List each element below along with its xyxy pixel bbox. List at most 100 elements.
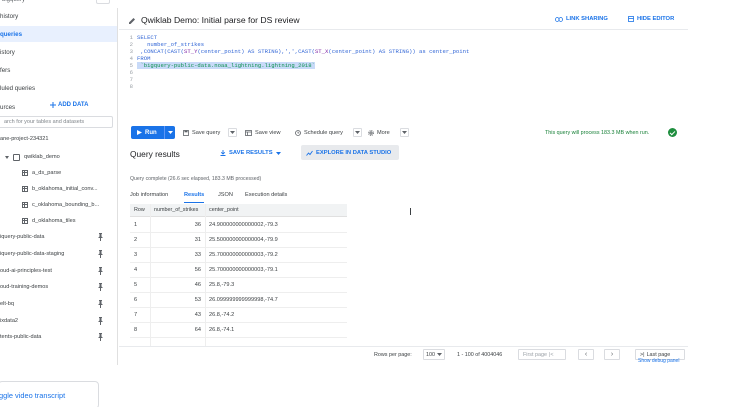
table-row[interactable]: c_oklahoma_bounding_b... <box>0 198 117 212</box>
cell-center-point: 25.8,-79.3 <box>209 282 235 288</box>
pinned-project-row[interactable]: iquery-public-data-staging <box>0 247 117 261</box>
line-numbers: 1 2 3 4 5 6 7 8 <box>123 34 133 90</box>
sidebar-item-transfers[interactable]: fers <box>0 62 117 78</box>
save-view-button[interactable]: Save view <box>245 126 281 139</box>
pinned-project-row[interactable]: tents-public-data <box>0 330 117 344</box>
first-page-label: First page <box>523 351 547 358</box>
table-row[interactable]: d_oklahoma_tiles <box>0 214 117 228</box>
run-options-dropdown[interactable] <box>164 126 175 139</box>
row-index: 2 <box>134 237 138 243</box>
table-label: a_ds_parse <box>32 170 62 176</box>
pin-icon[interactable] <box>98 233 103 241</box>
cell-center-point: 24.900000000000002,-79.3 <box>209 222 278 228</box>
play-icon <box>137 130 142 135</box>
tab-results[interactable]: Results <box>184 192 205 203</box>
previous-page-button[interactable]: ‹ <box>578 349 594 360</box>
table-row: 5 46 25.8,-79.3 <box>130 278 347 293</box>
tab-execution-details[interactable]: Execution details <box>245 192 287 203</box>
tab-job-information[interactable]: Job information <box>130 192 168 203</box>
save-icon <box>183 129 189 136</box>
line-number: 2 <box>129 41 133 48</box>
chevron-left-icon: ‹ <box>584 351 588 358</box>
code-line: SELECT <box>137 34 158 41</box>
code-token: (center_point) AS STRING),',',CAST( <box>197 48 315 55</box>
pinned-project-row[interactable]: oud-training-demos <box>0 280 117 294</box>
sidebar-item-saved-queries[interactable]: queries <box>0 26 117 42</box>
chevron-down-icon <box>167 131 173 134</box>
hide-editor-button[interactable]: HIDE EDITOR <box>628 16 674 22</box>
validator-message: This query will process 183.3 MB when ru… <box>545 130 650 136</box>
search-input[interactable] <box>4 119 104 125</box>
chevron-down-icon <box>437 353 442 356</box>
tab-json[interactable]: JSON <box>218 192 233 203</box>
pin-icon[interactable] <box>98 300 103 308</box>
code-token: ST_Y <box>184 48 198 55</box>
plus-icon <box>50 102 56 108</box>
download-icon <box>220 150 226 156</box>
sidebar-item-label: history <box>0 12 19 20</box>
pinned-project-row[interactable]: iquery-public-data <box>0 230 117 244</box>
pinned-project-row[interactable]: ixdata2 <box>0 314 117 328</box>
explore-label: EXPLORE IN DATA STUDIO <box>316 149 392 156</box>
add-data-label: ADD DATA <box>58 102 89 108</box>
more-dropdown[interactable] <box>400 128 409 137</box>
next-page-button[interactable]: › <box>604 349 620 360</box>
save-results-button[interactable]: SAVE RESULTS <box>220 150 281 156</box>
chevron-down-icon <box>230 131 235 134</box>
dataset-row[interactable]: qwiklab_demo <box>0 150 117 164</box>
sidebar-item-job-history[interactable]: istory <box>0 44 117 60</box>
save-query-dropdown[interactable] <box>228 128 237 137</box>
sidebar-item-query-history[interactable]: history <box>0 8 117 24</box>
chart-icon <box>306 150 313 156</box>
cell-strikes: 36 <box>194 222 201 228</box>
schedule-query-dropdown[interactable] <box>353 128 362 137</box>
save-query-button[interactable]: Save query <box>183 126 220 139</box>
first-page-button[interactable]: First page |< <box>518 349 566 360</box>
table-label: c_oklahoma_bounding_b... <box>32 202 100 208</box>
explore-data-studio-button[interactable]: EXPLORE IN DATA STUDIO <box>301 145 399 160</box>
table-row[interactable]: a_ds_parse <box>0 166 117 180</box>
query-title: Qwiklab Demo: Initial parse for DS revie… <box>141 15 300 25</box>
resource-search <box>0 116 113 128</box>
schedule-query-button[interactable]: Schedule query <box>295 126 343 139</box>
code-line: FROM <box>137 55 151 62</box>
sql-editor[interactable]: 1 2 3 4 5 6 7 8 SELECT number_of_strikes… <box>119 31 688 125</box>
pin-icon[interactable] <box>98 333 103 341</box>
toggle-transcript-button[interactable]: ggle video transcript <box>0 381 99 407</box>
last-page-icon: >| <box>640 351 645 358</box>
line-number: 6 <box>129 69 133 76</box>
query-status: Query complete (26.6 sec elapsed, 183.3 … <box>130 176 262 182</box>
top-bar: bigquery <box>0 0 120 6</box>
pinned-project-row[interactable]: elt-bq <box>0 297 117 311</box>
project-row[interactable]: ane-project-234321 <box>0 132 117 146</box>
show-debug-panel-link[interactable]: Show debug panel <box>638 358 679 364</box>
pagination-bar: Rows per page: 100 1 - 100 of 4004046 Fi… <box>119 346 688 364</box>
dataset-label: qwiklab_demo <box>24 154 60 160</box>
pin-icon[interactable] <box>98 250 103 258</box>
pin-icon[interactable] <box>98 283 103 291</box>
last-page-label: Last page <box>646 351 671 358</box>
clock-icon <box>295 129 301 136</box>
sidebar-item-scheduled-queries[interactable]: luled queries <box>0 80 117 96</box>
results-tabs: Job information Results JSON Execution d… <box>119 190 688 203</box>
chevron-down-icon[interactable] <box>5 155 9 159</box>
pin-icon[interactable] <box>98 317 103 325</box>
chevron-right-icon: › <box>610 351 614 358</box>
check-circle-icon <box>668 128 677 137</box>
pin-icon[interactable] <box>98 267 103 275</box>
pinned-project-row[interactable]: oud-ai-principles-test <box>0 264 117 278</box>
more-button[interactable]: More <box>368 126 390 139</box>
table-row: 8 64 26.8,-74.1 <box>130 323 347 338</box>
resources-label: urces <box>0 103 16 111</box>
cell-center-point: 25.700000000000003,-79.2 <box>209 252 278 258</box>
run-button[interactable]: Run <box>131 126 175 139</box>
topbar-dropdown-button[interactable] <box>96 0 110 4</box>
code-line: number_of_strikes <box>137 41 205 48</box>
edit-icon[interactable] <box>129 17 136 24</box>
rows-per-page-select[interactable]: 100 <box>423 349 445 360</box>
add-data-button[interactable]: ADD DATA <box>50 102 88 108</box>
sidebar-item-label: fers <box>0 66 11 74</box>
link-sharing-label: LINK SHARING <box>566 16 608 22</box>
link-sharing-button[interactable]: LINK SHARING <box>555 16 608 22</box>
table-row[interactable]: b_oklahoma_initial_conv... <box>0 182 117 196</box>
